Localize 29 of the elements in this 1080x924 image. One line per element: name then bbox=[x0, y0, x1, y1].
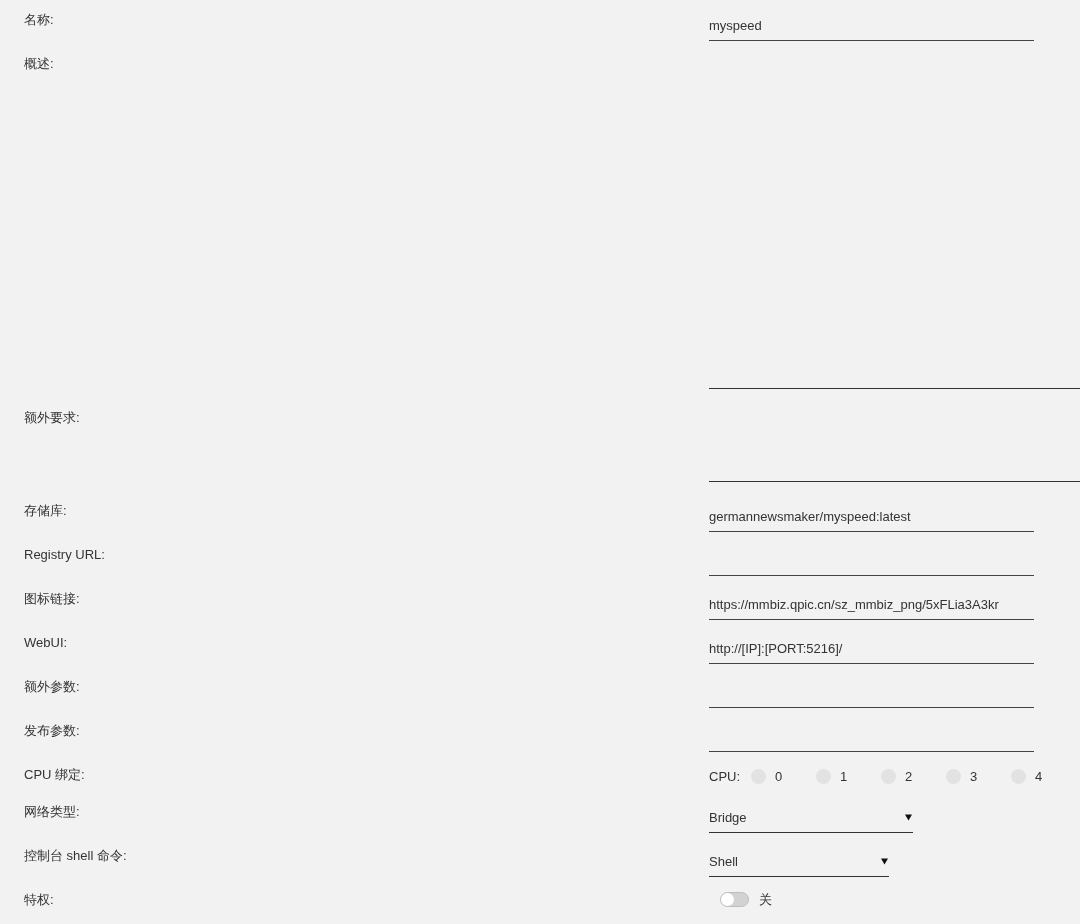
input-field[interactable]: http://[IP]:[PORT:5216]/ bbox=[709, 631, 1034, 664]
checkbox-label: 0 bbox=[775, 767, 783, 785]
field-label: 额外要求: bbox=[24, 409, 80, 426]
input-field[interactable]: myspeed bbox=[709, 8, 1034, 41]
field-label: 发布参数: bbox=[24, 722, 80, 739]
checkbox-label: 1 bbox=[840, 767, 848, 785]
field-label: 特权: bbox=[24, 891, 54, 908]
dropdown[interactable]: Shell bbox=[709, 844, 889, 877]
field-label: CPU 绑定: bbox=[24, 766, 85, 783]
checkbox-label: 2 bbox=[905, 767, 913, 785]
dropdown[interactable]: Bridge bbox=[709, 800, 913, 833]
caret-icon bbox=[905, 814, 912, 821]
toggle-state-label: 关 bbox=[759, 891, 772, 908]
field-label: 概述: bbox=[24, 55, 54, 72]
checkbox-label: 3 bbox=[970, 767, 978, 785]
field-label: Registry URL: bbox=[24, 546, 105, 563]
input-field[interactable]: germannewsmaker/myspeed:latest bbox=[709, 499, 1034, 532]
field-label: 存储库: bbox=[24, 502, 67, 519]
caret-icon bbox=[881, 858, 888, 865]
input-field[interactable]: https://mmbiz.qpic.cn/sz_mmbiz_png/5xFLia3A3kr bbox=[709, 587, 1034, 620]
field-label: 图标链接: bbox=[24, 590, 80, 607]
field-label: 网络类型: bbox=[24, 803, 80, 820]
toggle-switch[interactable] bbox=[720, 892, 749, 907]
field-label: WebUI: bbox=[24, 634, 68, 651]
field-label: 额外参数: bbox=[24, 678, 80, 695]
checkbox-label: 4 bbox=[1035, 767, 1043, 785]
cpu-label: CPU: bbox=[709, 767, 741, 785]
field-label: 控制台 shell 命令: bbox=[24, 847, 127, 864]
field-label: 名称: bbox=[24, 11, 54, 28]
